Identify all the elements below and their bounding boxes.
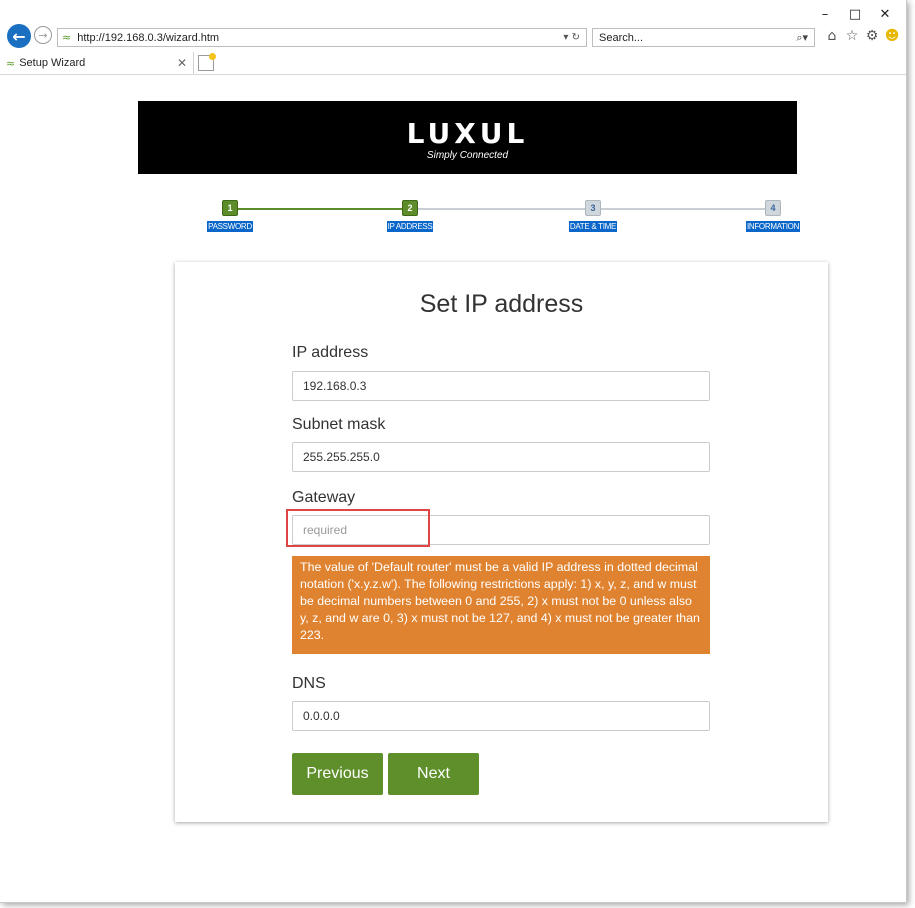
- search-icon[interactable]: ⌕▾: [796, 31, 808, 45]
- step-number: 2: [402, 200, 418, 216]
- tab-favicon-icon: ≈: [6, 56, 16, 70]
- address-bar[interactable]: ≈ http://192.168.0.3/wizard.htm ▾ ↻: [57, 28, 587, 47]
- minimize-icon[interactable]: –: [810, 4, 840, 24]
- step-password: 1 PASSWORD: [195, 200, 265, 234]
- step-ip-address: 2 IP ADDRESS: [375, 200, 445, 234]
- wizard-stepper: 1 PASSWORD 2 IP ADDRESS 3 DATE & TIME 4 …: [206, 200, 804, 240]
- step-label: DATE & TIME: [568, 221, 618, 232]
- gateway-input[interactable]: [292, 515, 710, 545]
- page-title: Set IP address: [419, 290, 584, 318]
- next-button[interactable]: Next: [388, 753, 479, 795]
- step-information: 4 INFORMATION: [738, 200, 808, 234]
- step-label: IP ADDRESS: [386, 221, 434, 232]
- search-box[interactable]: Search... ⌕▾: [592, 28, 815, 47]
- tab-close-icon[interactable]: ✕: [177, 56, 187, 70]
- dns-label: DNS: [292, 675, 326, 692]
- feedback-smiley-icon[interactable]: ☻: [884, 28, 900, 44]
- tab-setup-wizard[interactable]: ≈ Setup Wizard ✕: [0, 52, 194, 74]
- browser-window: – □ ✕ ← → ≈ http://192.168.0.3/wizard.ht…: [0, 0, 907, 903]
- new-tab-icon[interactable]: [198, 53, 216, 71]
- ip-address-label: IP address: [292, 344, 369, 361]
- dns-input[interactable]: [292, 701, 710, 731]
- close-icon[interactable]: ✕: [870, 4, 900, 24]
- address-url[interactable]: http://192.168.0.3/wizard.htm: [77, 32, 563, 44]
- address-bar-row: ← → ≈ http://192.168.0.3/wizard.htm ▾ ↻ …: [0, 22, 906, 52]
- subnet-mask-label: Subnet mask: [292, 416, 386, 433]
- back-arrow-icon[interactable]: ←: [7, 24, 31, 48]
- step-number: 4: [765, 200, 781, 216]
- banner-tagline: Simply Connected: [426, 150, 509, 161]
- gateway-label: Gateway: [292, 489, 356, 506]
- step-number: 3: [585, 200, 601, 216]
- maximize-icon[interactable]: □: [840, 4, 870, 24]
- subnet-mask-input[interactable]: [292, 442, 710, 472]
- search-placeholder[interactable]: Search...: [599, 32, 796, 44]
- home-icon[interactable]: ⌂: [824, 28, 840, 44]
- step-date-time: 3 DATE & TIME: [558, 200, 628, 234]
- previous-button[interactable]: Previous: [292, 753, 383, 795]
- ip-address-input[interactable]: [292, 371, 710, 401]
- luxul-logo: LUXUL: [406, 117, 529, 150]
- tab-title[interactable]: Setup Wizard: [19, 57, 177, 69]
- luxul-banner: LUXUL Simply Connected: [138, 101, 797, 174]
- gear-icon[interactable]: ⚙: [864, 28, 880, 44]
- tab-strip: ≈ Setup Wizard ✕: [0, 52, 906, 75]
- step-number: 1: [222, 200, 238, 216]
- gateway-error-message: The value of 'Default router' must be a …: [292, 556, 710, 654]
- step-label: PASSWORD: [207, 221, 253, 232]
- step-label: INFORMATION: [745, 221, 801, 232]
- forward-arrow-icon[interactable]: →: [34, 26, 52, 44]
- site-favicon-icon: ≈: [62, 31, 72, 44]
- refresh-icon[interactable]: ▾ ↻: [563, 32, 580, 43]
- ip-settings-card: Set IP address IP address Subnet mask Ga…: [175, 262, 828, 822]
- toolbar-icons: ⌂ ☆ ⚙ ☻: [824, 28, 900, 44]
- favorites-star-icon[interactable]: ☆: [844, 28, 860, 44]
